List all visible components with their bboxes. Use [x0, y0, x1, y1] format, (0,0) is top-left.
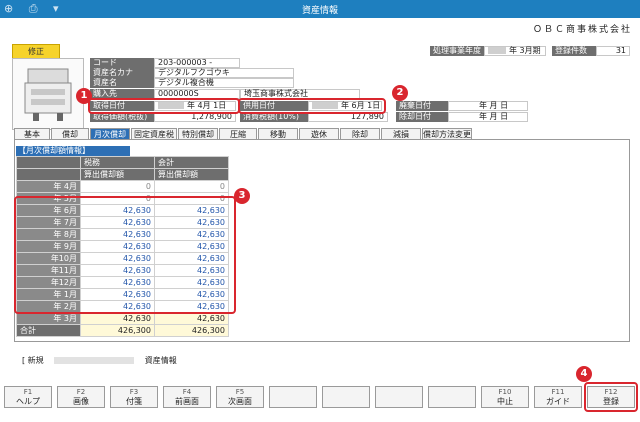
f9-button[interactable] [428, 386, 476, 408]
name-field[interactable]: デジタル複合機 [154, 78, 294, 88]
f6-button[interactable] [269, 386, 317, 408]
code-field[interactable]: 203-000003 - [154, 58, 240, 68]
table-row: 年 3月 42,630 42,630 [16, 312, 229, 325]
status-bar: [ 新規 資産情報 [22, 355, 177, 366]
disposal-date-field[interactable]: 年 月 日 [448, 101, 528, 111]
tab-transfer[interactable]: 移動 [258, 128, 298, 139]
total-tax: 426,300 [80, 324, 155, 337]
f11-guide-button[interactable]: F11 ガイド [534, 386, 582, 408]
tab-monthly-depreciation[interactable]: 月次償却 [90, 128, 130, 139]
window-title: 資産情報 [301, 6, 338, 16]
tab-impairment[interactable]: 減損 [381, 128, 421, 139]
f12-register-button[interactable]: F12 登録 [587, 386, 635, 408]
tax-subheader: 算出償却額 [80, 168, 155, 181]
fiscal-year-label: 処理事業年度 [430, 46, 484, 56]
month-label: 年 4月 [16, 180, 81, 193]
accounting-amount-cell[interactable]: 42,630 [154, 312, 229, 325]
tab-idle[interactable]: 遊休 [299, 128, 339, 139]
tab-basic[interactable]: 基本 [14, 128, 50, 139]
f8-button[interactable] [375, 386, 423, 408]
removal-date-label: 除却日付 [396, 112, 448, 122]
accounting-column-header: 会計 [154, 156, 229, 169]
f1-help-button[interactable]: F1 ヘルプ [4, 386, 52, 408]
tab-depreciation[interactable]: 償却 [51, 128, 89, 139]
callout-3: 3 [234, 188, 250, 204]
f10-cancel-button[interactable]: F10 中止 [481, 386, 529, 408]
tax-column-header: 税務 [80, 156, 155, 169]
asset-photo[interactable] [12, 58, 84, 130]
edit-mode-badge: 修正 [12, 44, 60, 59]
callout-4: 4 [576, 366, 592, 382]
record-count-label: 登録件数 [552, 46, 596, 56]
name-label: 資産名 [90, 78, 154, 88]
callout-2: 2 [392, 85, 408, 101]
monthly-amounts-highlight [14, 196, 236, 314]
tax-amount-cell[interactable]: 42,630 [80, 312, 155, 325]
acquisition-date-highlight [88, 98, 240, 114]
f2-image-button[interactable]: F2 画像 [57, 386, 105, 408]
printer-image [24, 68, 72, 121]
kana-field[interactable]: デジタルフクゴウキ [154, 68, 294, 78]
accounting-subheader: 算出償却額 [154, 168, 229, 181]
tab-retirement[interactable]: 除却 [340, 128, 380, 139]
total-label: 合計 [16, 324, 81, 337]
f3-sticky-note-button[interactable]: F3 付箋 [110, 386, 158, 408]
company-name: ＯＢＣ商事株式会社 [532, 25, 632, 35]
removal-date-field[interactable]: 年 月 日 [448, 112, 528, 122]
tab-method-change[interactable]: 償却方法変更 [422, 128, 472, 139]
tab-compression[interactable]: 圧縮 [219, 128, 257, 139]
code-label: コード [90, 58, 154, 68]
total-row: 合計 426,300 426,300 [16, 324, 229, 337]
f7-button[interactable] [322, 386, 370, 408]
f5-next-screen-button[interactable]: F5 次画面 [216, 386, 264, 408]
tax-amount-cell[interactable]: 0 [80, 180, 155, 193]
tab-property-tax[interactable]: 固定資産税 [131, 128, 177, 139]
month-label: 年 3月 [16, 312, 81, 325]
tab-special-depreciation[interactable]: 特別償却 [178, 128, 218, 139]
f4-previous-screen-button[interactable]: F4 前画面 [163, 386, 211, 408]
title-bar: ⊕ ⎙ ▾ 資産情報 [0, 0, 640, 18]
status-mode: [ 新規 [22, 356, 44, 365]
disposal-date-label: 廃棄日付 [396, 101, 448, 111]
kana-label: 資産名カナ [90, 68, 154, 78]
service-date-highlight [238, 98, 386, 114]
fiscal-year-value: 年 3月期 [484, 46, 546, 56]
accounting-amount-cell[interactable]: 0 [154, 180, 229, 193]
record-count-value: 31 [596, 46, 630, 56]
section-title: 【月次償却額情報】 [16, 146, 130, 156]
table-row: 年 4月 0 0 [16, 180, 229, 193]
total-accounting: 426,300 [154, 324, 229, 337]
callout-1: 1 [76, 88, 92, 104]
status-screen-name: 資産情報 [144, 356, 177, 365]
